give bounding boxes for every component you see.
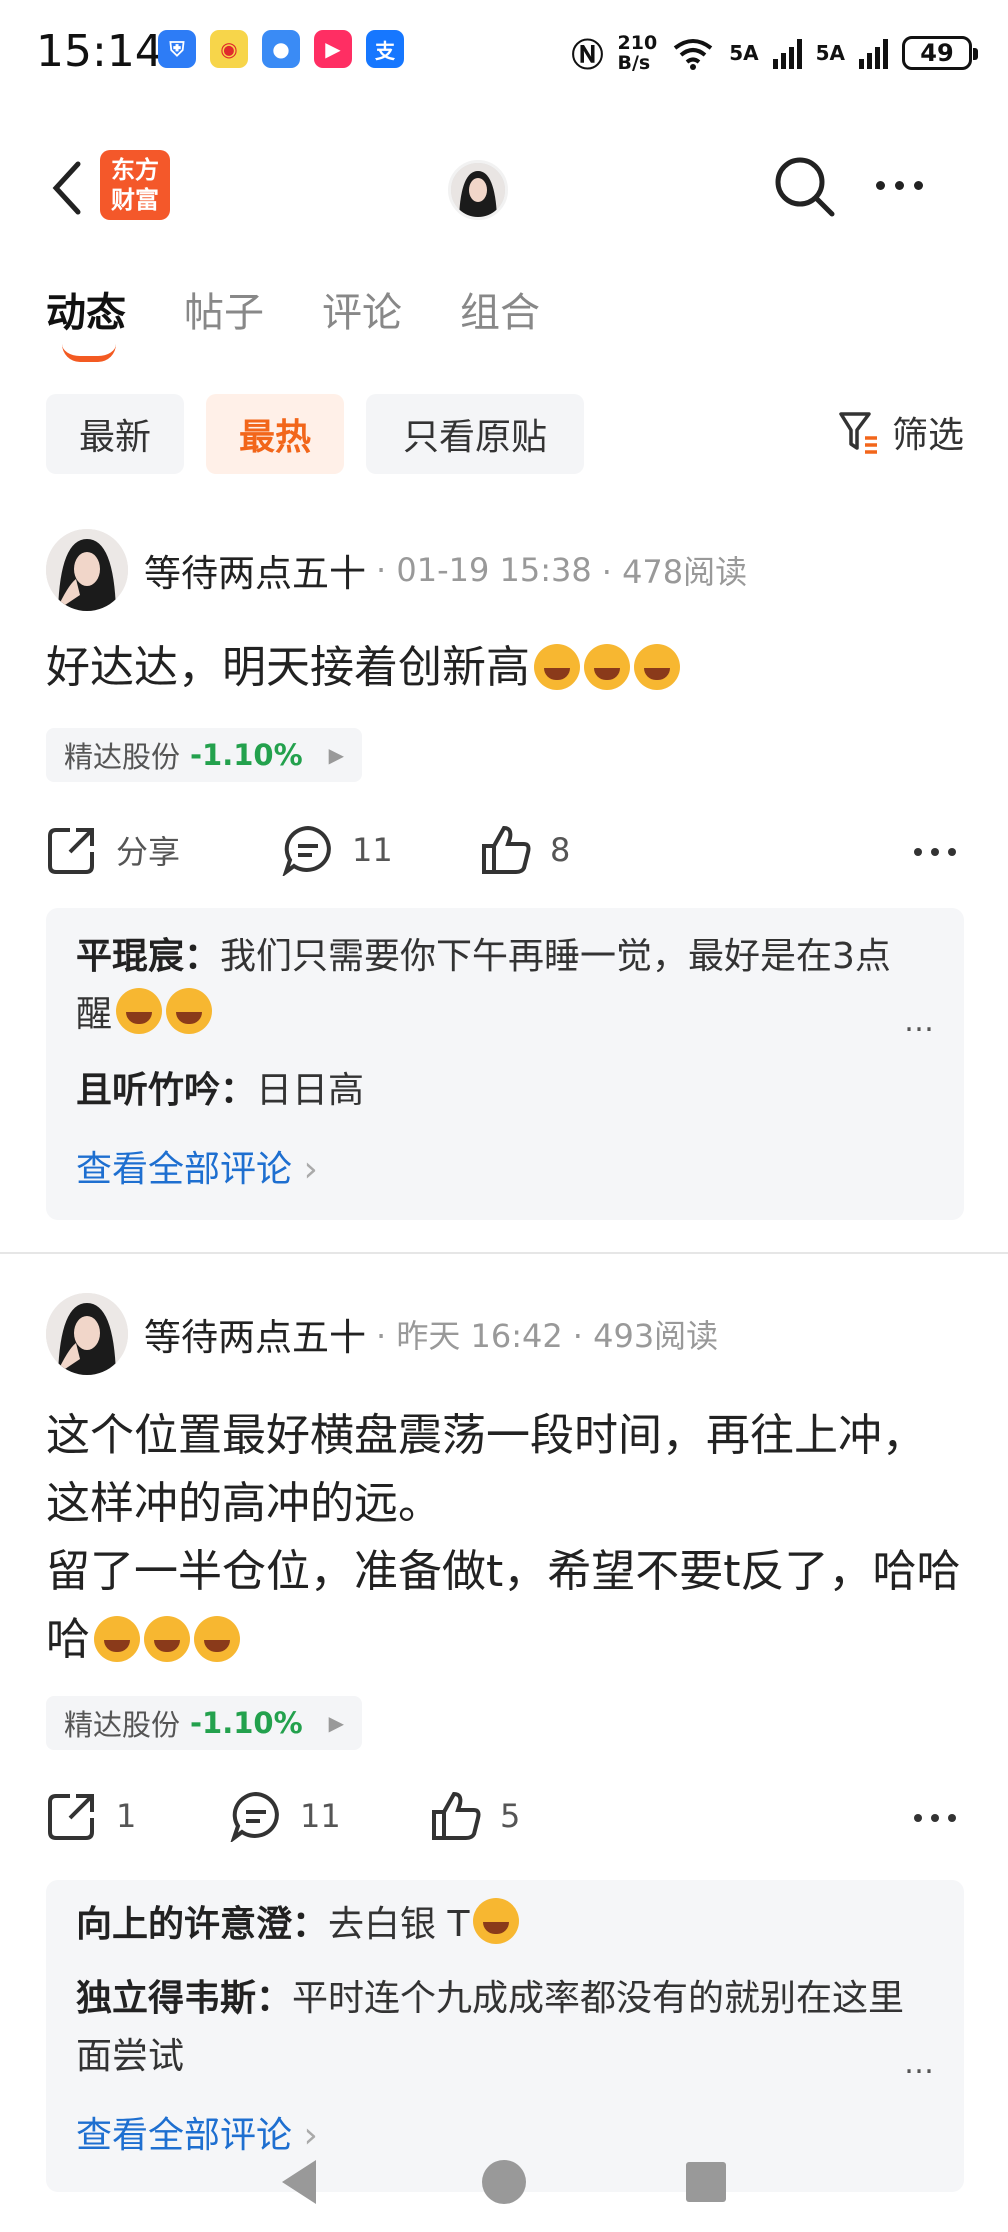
triangle-right-icon: ▶	[328, 1711, 345, 1735]
network-label-2: 5A	[815, 41, 845, 65]
comment-preview[interactable]: 向上的许意澄：去白银 T 独立得韦斯：平时连个九成成率都没有的就别在这里面尝试 …	[46, 1880, 964, 2192]
author-name[interactable]: 等待两点五十	[144, 1307, 366, 1361]
battery-icon: 49	[902, 36, 978, 70]
laughing-emoji-icon	[534, 644, 580, 690]
system-indicators: Ⓝ 210 B/s 5A 5A 49	[571, 30, 978, 76]
profile-tabs: 动态 帖子 评论 组合	[46, 280, 540, 362]
app-logo: 东方 财富	[100, 150, 170, 220]
comment-button[interactable]: 11	[230, 1790, 341, 1842]
post-reads: · 478阅读	[601, 553, 748, 591]
comment-more-icon[interactable]: …	[904, 2046, 934, 2081]
top-nav-bar: 东方 财富	[0, 140, 1008, 240]
like-button[interactable]: 5	[430, 1790, 520, 1842]
network-speed: 210 B/s	[617, 32, 658, 74]
see-all-comments-link[interactable]: 查看全部评论 ›	[76, 1140, 318, 1192]
sort-newest-button[interactable]: 最新	[46, 394, 184, 474]
message-app-icon: ●	[262, 30, 300, 68]
share-button[interactable]: 1	[46, 1790, 136, 1842]
post-body[interactable]: 这个位置最好横盘震荡一段时间，再往上冲，这样冲的高冲的远。 留了一半仓位，准备做…	[46, 1402, 966, 1674]
tab-portfolio[interactable]: 组合	[460, 280, 540, 340]
grinning-emoji-icon	[116, 988, 163, 1034]
stock-tag[interactable]: 精达股份 -1.10% ▶	[46, 728, 363, 782]
filter-button[interactable]: 筛选	[838, 406, 964, 458]
post-header: 等待两点五十 · 01-19 15:38 · 478阅读	[46, 528, 966, 612]
tab-posts[interactable]: 帖子	[184, 280, 264, 340]
share-button[interactable]: 分享	[46, 824, 180, 876]
avatar-image-icon	[451, 163, 505, 217]
comment-more-icon[interactable]: …	[904, 1004, 934, 1039]
thumbs-up-icon	[482, 825, 531, 874]
system-back-icon[interactable]	[282, 2160, 316, 2204]
flushed-emoji-icon	[473, 1898, 520, 1944]
post-header: 等待两点五十 · 昨天 16:42 · 493阅读	[46, 1292, 966, 1376]
more-menu-icon[interactable]	[876, 170, 940, 200]
laughing-emoji-icon	[634, 644, 680, 690]
post-time: · 01-19 15:38	[376, 551, 592, 589]
video-app-icon: ▶	[314, 30, 352, 68]
rofl-emoji-icon	[94, 1616, 140, 1662]
stock-tag[interactable]: 精达股份 -1.10% ▶	[46, 1696, 363, 1750]
post-time: · 昨天 16:42	[376, 1317, 563, 1355]
chevron-right-icon: ›	[292, 1149, 318, 1190]
comment-item: 向上的许意澄：去白银 T	[76, 1896, 916, 1954]
rofl-emoji-icon	[144, 1616, 190, 1662]
author-avatar[interactable]	[46, 529, 128, 611]
post-more-icon[interactable]	[914, 1814, 956, 1822]
network-label-1: 5A	[729, 41, 759, 65]
post-card: 等待两点五十 · 昨天 16:42 · 493阅读 这个位置最好横盘震荡一段时间…	[0, 1292, 1008, 2192]
search-icon[interactable]	[772, 154, 838, 220]
shield-app-icon: ⛨	[158, 30, 196, 68]
status-bar: 15:14 ⛨ ◉ ● ▶ 支 Ⓝ 210 B/s 5A 5A 49	[0, 0, 1008, 110]
signal-icon-2	[859, 37, 888, 69]
comment-item: 且听竹吟：日日高	[76, 1070, 365, 1111]
nfc-icon: Ⓝ	[571, 36, 604, 74]
system-navigation-bar	[0, 2150, 1008, 2232]
comment-button[interactable]: 11	[282, 824, 393, 876]
notification-icons: ⛨ ◉ ● ▶ 支	[158, 30, 404, 68]
system-recents-icon[interactable]	[686, 2162, 726, 2202]
system-home-icon[interactable]	[482, 2160, 526, 2204]
post-actions: 分享 11 8	[46, 824, 964, 884]
comment-item: 平琨宸：我们只需要你下午再睡一觉，最好是在3点醒	[76, 936, 891, 1035]
like-button[interactable]: 8	[480, 824, 570, 876]
triangle-right-icon: ▶	[328, 743, 345, 767]
laughing-emoji-icon	[584, 644, 630, 690]
comment-preview[interactable]: 平琨宸：我们只需要你下午再睡一觉，最好是在3点醒 … 且听竹吟：日日高 查看全部…	[46, 908, 964, 1220]
avatar-image-icon	[46, 529, 128, 611]
post-divider	[0, 1252, 1008, 1254]
sort-hottest-button[interactable]: 最热	[206, 394, 344, 474]
thumbs-up-icon	[432, 1791, 481, 1840]
share-icon	[48, 1794, 94, 1840]
tab-comments[interactable]: 评论	[322, 280, 402, 340]
post-card: 等待两点五十 · 01-19 15:38 · 478阅读 好达达，明天接着创新高…	[0, 528, 1008, 1228]
post-reads: · 493阅读	[572, 1317, 719, 1355]
avatar-image-icon	[46, 1293, 128, 1375]
back-arrow-icon[interactable]	[48, 158, 88, 218]
alipay-app-icon: 支	[366, 30, 404, 68]
sort-filter-row: 最新 最热 只看原贴 筛选	[46, 394, 964, 474]
status-time: 15:14	[36, 26, 163, 77]
signal-icon-1	[772, 37, 802, 69]
author-name[interactable]: 等待两点五十	[144, 543, 366, 597]
wifi-icon	[673, 39, 713, 70]
post-body[interactable]: 好达达，明天接着创新高	[46, 634, 966, 702]
active-tab-indicator	[62, 344, 116, 362]
comment-item: 独立得韦斯：平时连个九成成率都没有的就别在这里面尝试	[76, 1978, 905, 2077]
weibo-app-icon: ◉	[210, 30, 248, 68]
comment-icon	[282, 825, 331, 876]
comment-icon	[230, 1791, 279, 1842]
post-more-icon[interactable]	[914, 848, 956, 856]
rofl-emoji-icon	[194, 1616, 240, 1662]
author-avatar[interactable]	[46, 1293, 128, 1375]
grinning-emoji-icon	[166, 988, 213, 1034]
profile-avatar[interactable]	[448, 160, 508, 220]
tab-activity[interactable]: 动态	[46, 280, 126, 362]
share-icon	[48, 828, 94, 874]
funnel-icon	[839, 412, 877, 454]
original-only-button[interactable]: 只看原贴	[366, 394, 584, 474]
post-actions: 1 11 5	[46, 1790, 964, 1850]
